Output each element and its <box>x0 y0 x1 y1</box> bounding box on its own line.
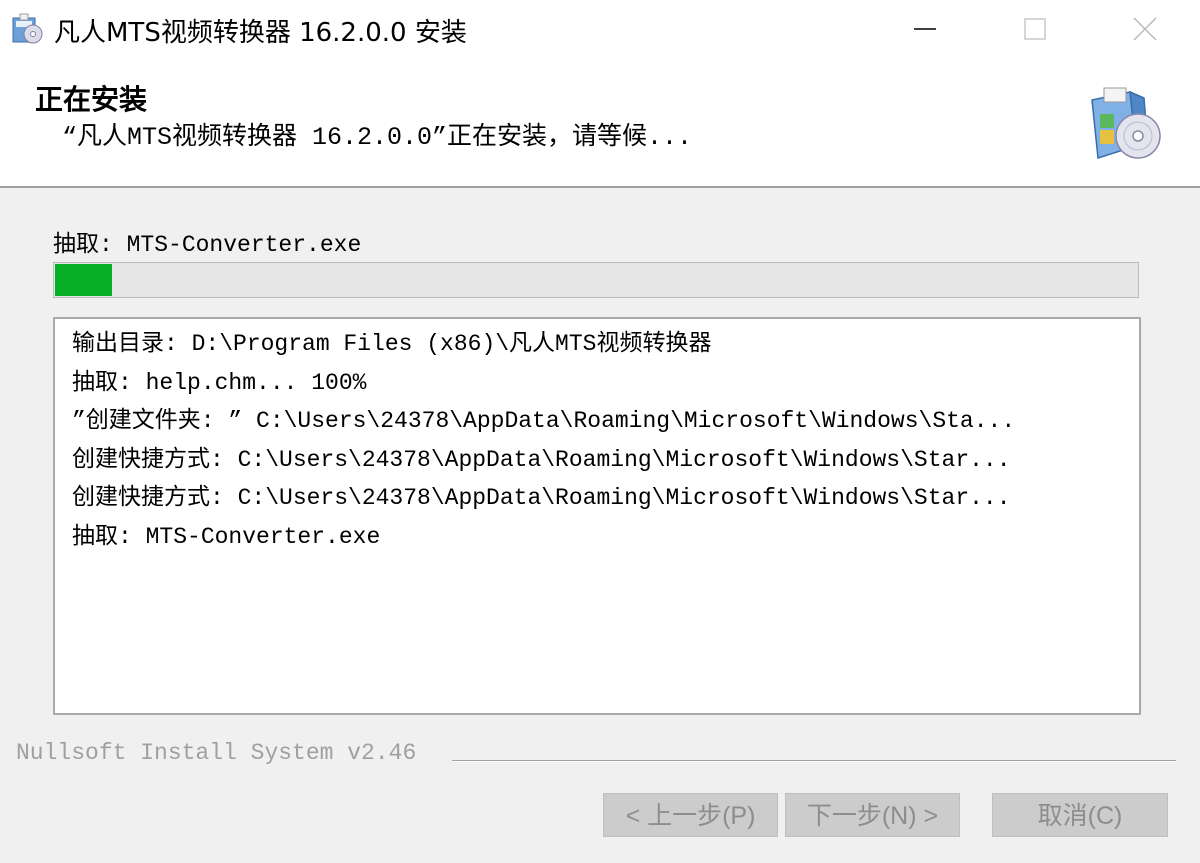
install-log-list[interactable]: 输出目录: D:\Program Files (x86)\凡人MTS视频转换器 … <box>53 317 1141 715</box>
maximize-icon <box>1024 18 1046 40</box>
log-line: 抽取: help.chm... 100% <box>72 369 367 396</box>
maximize-button[interactable] <box>980 0 1090 58</box>
title-bar[interactable]: 凡人MTS视频转换器 16.2.0.0 安装 <box>0 0 1200 58</box>
cancel-button[interactable]: 取消(C) <box>992 793 1168 837</box>
next-button[interactable]: 下一步(N) > <box>785 793 960 837</box>
log-line: ”创建文件夹: ” C:\Users\24378\AppData\Roaming… <box>72 408 1016 434</box>
log-line: 抽取: MTS-Converter.exe <box>72 523 381 550</box>
installer-disc-icon <box>1086 86 1166 166</box>
app-installer-icon <box>10 12 44 46</box>
header-title: 正在安装 <box>35 83 148 116</box>
branding-divider <box>452 760 1176 762</box>
log-line: 创建快捷方式: C:\Users\24378\AppData\Roaming\M… <box>72 485 1011 511</box>
header-subtitle: “凡人MTS视频转换器 16.2.0.0”正在安装，请等候... <box>62 123 693 152</box>
close-button[interactable] <box>1090 0 1200 58</box>
log-line: 输出目录: D:\Program Files (x86)\凡人MTS视频转换器 <box>72 331 712 357</box>
minimize-button[interactable] <box>870 0 980 58</box>
progress-bar-fill <box>55 264 112 296</box>
installer-header: 正在安装 “凡人MTS视频转换器 16.2.0.0”正在安装，请等候... <box>0 58 1200 188</box>
current-action-label: 抽取: MTS-Converter.exe <box>53 232 362 258</box>
nsis-branding-text: Nullsoft Install System v2.46 <box>16 740 417 766</box>
window-title: 凡人MTS视频转换器 16.2.0.0 安装 <box>54 18 467 48</box>
log-line: 创建快捷方式: C:\Users\24378\AppData\Roaming\M… <box>72 446 1011 473</box>
progress-bar <box>53 262 1139 298</box>
close-icon <box>1133 17 1157 41</box>
back-button[interactable]: < 上一步(P) <box>603 793 778 837</box>
minimize-icon <box>914 28 936 30</box>
